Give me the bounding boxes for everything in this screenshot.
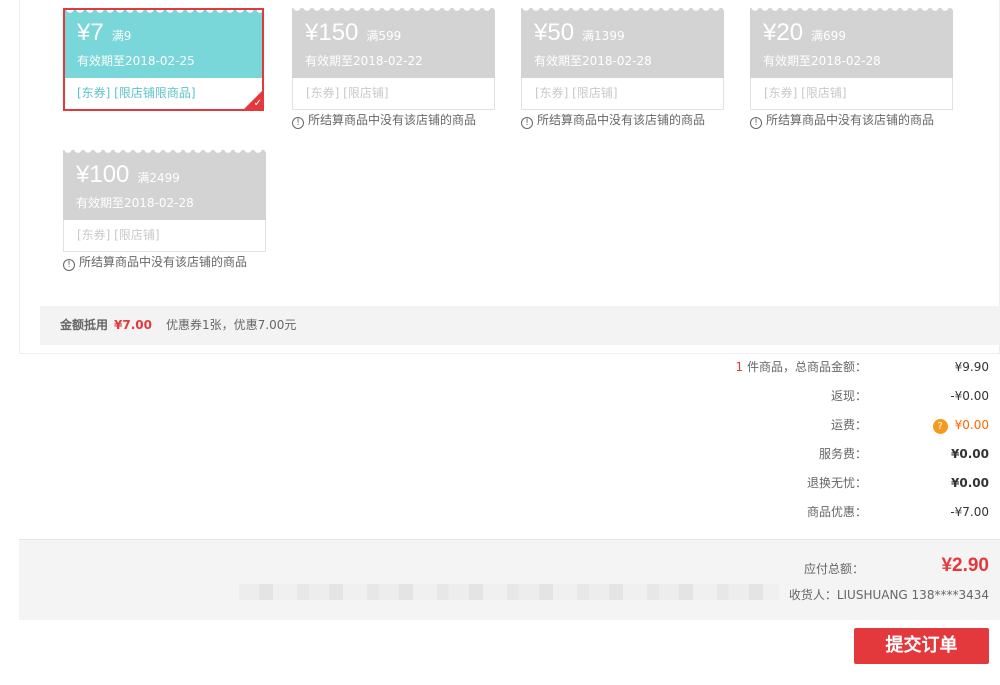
coupon-face: ¥150 满599 有效期至2018-02-22 — [292, 8, 495, 78]
coupon-threshold: 满699 — [811, 29, 846, 43]
deduction-desc: 优惠券1张，优惠7.00元 — [165, 318, 297, 332]
coupon-card-7[interactable]: ¥7 满9 有效期至2018-02-25 [东券] [限店铺限商品] ✓ — [63, 8, 264, 111]
coupon-unavailable-note: ! 所结算商品中没有该店铺的商品 — [292, 113, 476, 129]
coupon-price: ¥7 — [77, 19, 104, 46]
coupon-threshold: 满599 — [366, 29, 402, 43]
goods-total-label: 件商品，总商品金额： — [743, 360, 867, 374]
amount-due-label: 应付总额： — [803, 562, 864, 576]
submit-order-button[interactable]: 提交订单 — [854, 628, 989, 664]
shipping-label: 运费： — [830, 418, 867, 432]
service-fee-row: 服务费： ¥0.00 — [589, 445, 989, 474]
warning-icon: ! — [63, 259, 75, 271]
coupon-threshold: 满2499 — [137, 171, 180, 185]
note-text: 所结算商品中没有该店铺的商品 — [537, 113, 706, 127]
check-icon: ✓ — [253, 98, 262, 109]
cashback-row: 返现： -¥0.00 — [589, 387, 989, 416]
coupon-price: ¥150 — [305, 19, 359, 46]
coupon-expiry: 有效期至2018-02-28 — [763, 54, 881, 68]
return-insurance-row: 退换无忧： ¥0.00 — [589, 474, 989, 503]
coupon-expiry: 有效期至2018-02-28 — [76, 196, 194, 210]
product-discount-label: 商品优惠： — [806, 505, 867, 519]
coupon-face: ¥20 满699 有效期至2018-02-28 — [750, 8, 953, 78]
shipping-row: 运费： ? ¥0.00 — [589, 416, 989, 445]
shipping-value: ¥0.00 — [954, 418, 989, 432]
coupon-face: ¥50 满1399 有效期至2018-02-28 — [521, 8, 724, 78]
product-discount-row: 商品优惠： -¥7.00 — [589, 503, 989, 532]
coupon-summary-bar: 金额抵用 ¥7.00 优惠券1张，优惠7.00元 — [40, 306, 1000, 345]
coupon-card-100[interactable]: ¥100 满2499 有效期至2018-02-28 [东券] [限店铺] — [63, 150, 266, 252]
coupon-card-50[interactable]: ¥50 满1399 有效期至2018-02-28 [东券] [限店铺] — [521, 8, 724, 110]
service-fee-label: 服务费： — [818, 447, 867, 461]
coupon-unavailable-note: ! 所结算商品中没有该店铺的商品 — [750, 113, 934, 129]
coupon-price: ¥100 — [76, 161, 130, 188]
coupon-panel: ¥7 满9 有效期至2018-02-25 [东券] [限店铺限商品] ✓ ¥150… — [19, 0, 1000, 354]
coupon-expiry: 有效期至2018-02-22 — [305, 54, 423, 68]
coupon-threshold: 满1399 — [582, 29, 625, 43]
order-totals: 1 件商品，总商品金额： ¥9.90 返现： -¥0.00 运费： ? ¥0.00… — [589, 358, 989, 532]
deduction-amount: ¥7.00 — [114, 318, 152, 332]
goods-total-row: 1 件商品，总商品金额： ¥9.90 — [589, 358, 989, 387]
blurred-address — [239, 584, 779, 600]
deduction-label: 金额抵用 — [60, 318, 109, 332]
coupon-face: ¥100 满2499 有效期至2018-02-28 — [63, 150, 266, 220]
cashback-label: 返现： — [830, 389, 867, 403]
coupon-threshold: 满9 — [111, 29, 132, 43]
note-text: 所结算商品中没有该店铺的商品 — [79, 255, 248, 269]
coupon-tags: [东券] [限店铺] — [521, 78, 724, 110]
warning-icon: ! — [750, 117, 762, 129]
coupon-tags: [东券] [限店铺限商品] — [65, 78, 262, 109]
warning-icon: ! — [521, 117, 533, 129]
coupon-face: ¥7 满9 有效期至2018-02-25 — [65, 10, 262, 78]
coupon-tags: [东券] [限店铺] — [63, 220, 266, 252]
coupon-card-20[interactable]: ¥20 满699 有效期至2018-02-28 [东券] [限店铺] — [750, 8, 953, 110]
product-discount-value: -¥7.00 — [950, 505, 989, 519]
cashback-value: -¥0.00 — [950, 389, 989, 403]
return-insurance-value: ¥0.00 — [951, 476, 989, 490]
warning-icon: ! — [292, 117, 304, 129]
coupon-expiry: 有效期至2018-02-28 — [534, 54, 652, 68]
coupon-unavailable-note: ! 所结算商品中没有该店铺的商品 — [63, 255, 247, 271]
coupon-tags: [东券] [限店铺] — [292, 78, 495, 110]
goods-total-value: ¥9.90 — [954, 360, 989, 374]
amount-due-value: ¥2.90 — [941, 555, 989, 576]
coupon-unavailable-note: ! 所结算商品中没有该店铺的商品 — [521, 113, 705, 129]
coupon-price: ¥20 — [763, 19, 804, 46]
note-text: 所结算商品中没有该店铺的商品 — [766, 113, 935, 127]
note-text: 所结算商品中没有该店铺的商品 — [308, 113, 477, 127]
receiver-info: 收货人：LIUSHUANG 138****3434 — [788, 588, 989, 602]
coupon-price: ¥50 — [534, 19, 575, 46]
coupon-expiry: 有效期至2018-02-25 — [77, 54, 195, 68]
help-icon[interactable]: ? — [932, 419, 948, 434]
coupon-tags: [东券] [限店铺] — [750, 78, 953, 110]
payment-box: 应付总额： ¥2.90 收货人：LIUSHUANG 138****3434 — [19, 539, 1000, 620]
return-insurance-label: 退换无忧： — [806, 476, 867, 490]
service-fee-value: ¥0.00 — [951, 447, 989, 461]
coupon-card-150[interactable]: ¥150 满599 有效期至2018-02-22 [东券] [限店铺] — [292, 8, 495, 110]
